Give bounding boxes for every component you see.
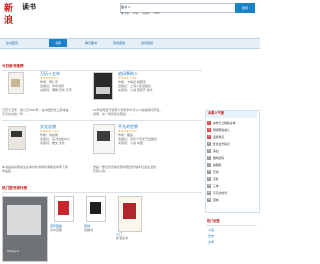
- book-summary: 然而，在一场风筝比赛后……: [93, 112, 133, 116]
- ranking-item[interactable]: 7 狼图腾: [207, 163, 257, 168]
- divider: [2, 120, 202, 121]
- nav-daily[interactable]: 每日图书: [80, 39, 102, 47]
- tag-link[interactable]: 历史: [208, 234, 256, 238]
- section-title: 热门图书排行榜: [2, 186, 28, 190]
- rank-number: 1: [207, 121, 211, 126]
- rank-number: 8: [207, 170, 211, 175]
- section-title: 今日新书推荐: [2, 64, 24, 68]
- tag-panel: [205, 218, 258, 258]
- book-meta: 关键词：小说 阿富汗 成长: [118, 88, 153, 92]
- ranking-item[interactable]: 11 平凡的世界: [207, 191, 257, 196]
- book-cover[interactable]: [86, 196, 106, 222]
- featured-book-cover[interactable]: Cheng Li: [2, 196, 48, 262]
- radio-option[interactable]: ○ ISBN: [151, 12, 159, 15]
- rank-number: 4: [207, 142, 211, 147]
- tag-link[interactable]: 小说: [208, 228, 256, 232]
- nav-news[interactable]: 资讯频道: [136, 39, 158, 47]
- ranking-item[interactable]: 8 兄弟: [207, 170, 257, 175]
- nav-serial[interactable]: 原创连载: [108, 39, 130, 47]
- ranking-item[interactable]: 2 明朝那些事儿: [207, 128, 257, 133]
- ranking-item[interactable]: 12 围城: [207, 198, 257, 203]
- book-meta: 关键词：小说 中国: [118, 141, 143, 145]
- ranking-item[interactable]: 9 活着: [207, 177, 257, 182]
- rank-number: 5: [207, 149, 211, 154]
- book-author: 马尔克斯: [50, 228, 63, 232]
- tags-title: 热门标签: [207, 219, 220, 223]
- search-type-radios[interactable]: ◉ 书名 ○ 作者 ○ 出版社 ○ ISBN: [121, 12, 231, 16]
- rank-number: 6: [207, 156, 211, 161]
- book-cover[interactable]: [93, 72, 113, 100]
- ranking-item[interactable]: 3 盗墓笔记: [207, 135, 257, 140]
- divider: [2, 192, 202, 193]
- ranking-item[interactable]: 1 鬼吹灯之精绝古城: [207, 121, 257, 126]
- book-cover[interactable]: [93, 124, 115, 154]
- book-cover[interactable]: [8, 126, 26, 150]
- radio-option[interactable]: ○ 出版社: [140, 12, 150, 15]
- radio-option[interactable]: ◉ 书名: [121, 12, 130, 15]
- book-cover[interactable]: [118, 196, 142, 232]
- rank-number: 10: [207, 184, 211, 189]
- book-author: 钱锺书: [84, 228, 94, 232]
- divider: [206, 225, 257, 226]
- rank-number: 2: [207, 128, 211, 133]
- rank-number: 3: [207, 135, 211, 140]
- nav-books[interactable]: 书库: [49, 39, 67, 47]
- ranking-item[interactable]: 4 杜拉拉升职记: [207, 142, 257, 147]
- rank-number: 12: [207, 198, 211, 203]
- cover-caption: Cheng Li: [7, 249, 20, 253]
- ranking-item[interactable]: 5 诛仙: [207, 149, 257, 154]
- logo-mark[interactable]: 新浪: [4, 2, 21, 25]
- radio-option[interactable]: ○ 作者: [131, 12, 138, 15]
- site-name: 读书: [22, 4, 36, 11]
- search-button[interactable]: 搜索: [235, 3, 255, 13]
- nav-home[interactable]: 读书首页: [2, 39, 22, 47]
- ranking-item[interactable]: 6 藏地密码: [207, 156, 257, 161]
- rank-number: 9: [207, 177, 211, 182]
- nav-bar: [0, 38, 260, 49]
- book-meta: 关键词：明朝 历史 万历: [40, 88, 72, 92]
- chevron-down-icon: ▼: [127, 6, 131, 9]
- tab-weekly-popular[interactable]: 本周人气榜: [208, 111, 224, 116]
- search-category-select[interactable]: 图书 ▼: [121, 4, 130, 11]
- tag-link[interactable]: 文学: [208, 240, 256, 244]
- book-meta: 关键词：散文 文化: [40, 141, 65, 145]
- book-summary: 平平淡淡的一年……: [2, 112, 30, 116]
- book-author: 新浪读书: [116, 236, 129, 240]
- rank-number: 11: [207, 191, 211, 196]
- book-summary: 作品集……: [2, 169, 18, 173]
- book-cover[interactable]: [54, 196, 74, 222]
- ranking-item[interactable]: 10 三体: [207, 184, 257, 189]
- rank-number: 7: [207, 163, 211, 168]
- book-cover[interactable]: [8, 72, 24, 94]
- book-summary: 长篇小说……: [93, 169, 112, 173]
